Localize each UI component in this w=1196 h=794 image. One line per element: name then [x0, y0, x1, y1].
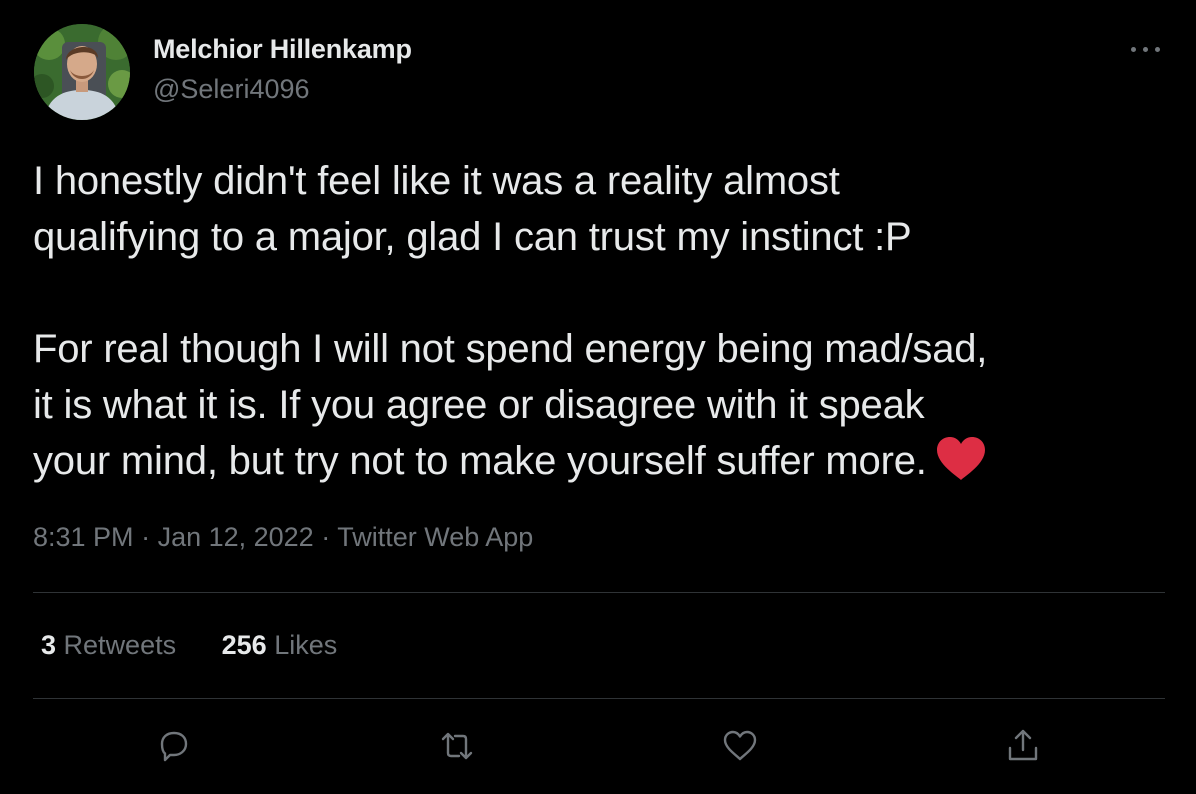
likes-stat[interactable]: 256 Likes [222, 630, 338, 660]
tweet-text: I honestly didn't feel like it was a rea… [33, 153, 1173, 489]
share-icon [1008, 729, 1038, 761]
reply-icon [160, 731, 188, 762]
tweet-line-with-emoji: your mind, but try not to make yourself … [33, 433, 1173, 489]
tweet-card: Melchior Hillenkamp @Seleri4096 I honest… [0, 0, 1196, 794]
divider [33, 698, 1165, 699]
reply-button[interactable] [154, 726, 194, 766]
retweets-label: Retweets [63, 630, 177, 660]
tweet-line: I honestly didn't feel like it was a rea… [33, 159, 840, 203]
retweets-count: 3 [41, 630, 57, 660]
likes-label: Likes [274, 630, 338, 660]
tweet-date[interactable]: Jan 12, 2022 [158, 522, 314, 552]
divider [33, 592, 1165, 593]
share-button[interactable] [1003, 726, 1043, 766]
tweet-line: For real though I will not spend energy … [33, 327, 988, 371]
avatar[interactable] [34, 24, 130, 120]
tweet-source[interactable]: Twitter Web App [337, 522, 533, 552]
tweet-stats: 3 Retweets 256 Likes [41, 630, 375, 661]
tweet-meta: 8:31 PM · Jan 12, 2022 · Twitter Web App [33, 522, 533, 553]
retweet-icon [441, 732, 473, 760]
likes-count: 256 [221, 630, 267, 660]
handle[interactable]: @Seleri4096 [153, 74, 310, 105]
meta-separator: · [313, 522, 338, 552]
retweets-stat[interactable]: 3 Retweets [41, 630, 176, 660]
tweet-line: qualifying to a major, glad I can trust … [33, 215, 912, 259]
more-options-icon[interactable] [1128, 40, 1164, 60]
heart-emoji-icon [936, 437, 985, 480]
like-icon [723, 730, 757, 761]
tweet-line: it is what it is. If you agree or disagr… [33, 383, 925, 427]
retweet-button[interactable] [437, 726, 477, 766]
meta-separator: · [133, 522, 158, 552]
like-button[interactable] [720, 726, 760, 766]
tweet-line: your mind, but try not to make yourself … [33, 439, 927, 483]
tweet-time[interactable]: 8:31 PM [33, 522, 134, 552]
display-name[interactable]: Melchior Hillenkamp [153, 34, 412, 65]
